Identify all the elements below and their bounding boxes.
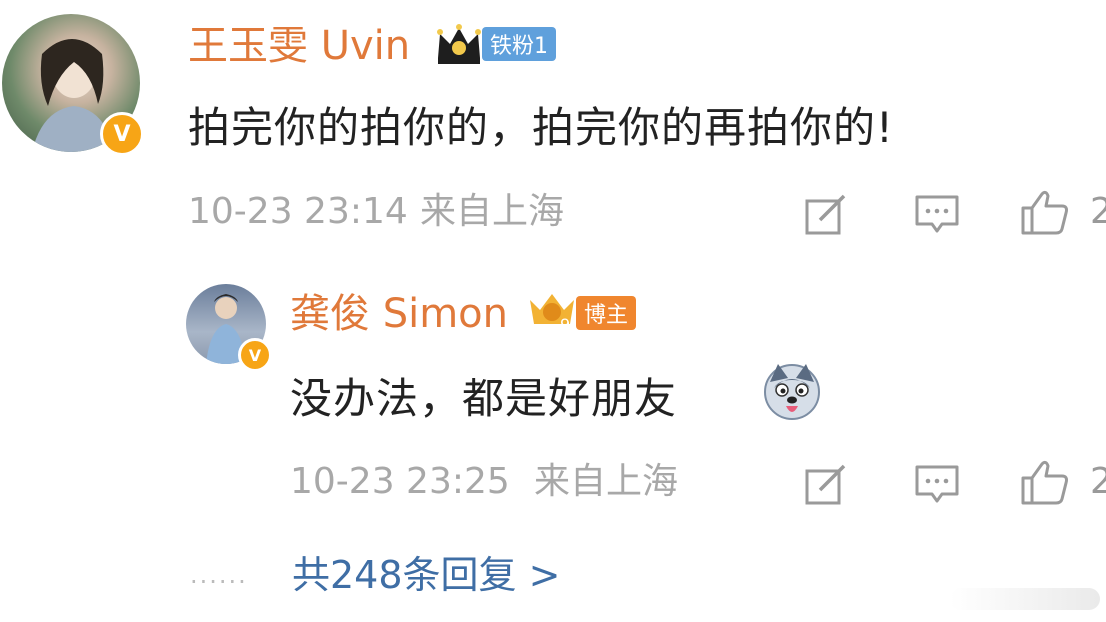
view-all-replies-link[interactable]: 共248条回复 > xyxy=(292,556,560,594)
like-icon[interactable] xyxy=(1020,188,1070,236)
like-icon[interactable] xyxy=(1020,458,1070,506)
watermark xyxy=(950,588,1100,610)
comment-icon[interactable] xyxy=(914,192,960,236)
reply-location: 来自上海 xyxy=(534,461,679,502)
reply-block: V 龚俊 Simon 9 博主 没办法，都是好朋友 10-23 23:25 来自… xyxy=(0,250,1106,520)
comment-icon[interactable] xyxy=(914,462,960,506)
blogger-badge: 博主 xyxy=(576,296,637,330)
more-replies-dots: ...... xyxy=(190,561,248,589)
comment-timestamp: 10-23 23:14 xyxy=(188,191,408,232)
comment-location: 来自上海 xyxy=(420,191,565,232)
reply-timestamp: 10-23 23:25 xyxy=(290,461,510,502)
reply-text: 没办法，都是好朋友 xyxy=(290,374,678,423)
crown-icon xyxy=(437,24,481,64)
reply-like-count: 2 xyxy=(1090,461,1106,502)
reply-author-name[interactable]: 龚俊 Simon xyxy=(290,294,508,334)
share-icon[interactable] xyxy=(804,192,848,236)
verified-badge-icon: V xyxy=(238,338,272,372)
verified-badge-icon: V xyxy=(100,112,144,156)
husky-emoji-icon xyxy=(764,364,820,420)
share-icon[interactable] xyxy=(804,462,848,506)
fan-badge[interactable]: 铁粉1 xyxy=(482,27,556,61)
comment-block: V 王玉雯 Uvin 铁粉1 拍完你的拍你的，拍完你的再拍你的! 10-23 2… xyxy=(0,0,1106,250)
commenter-name[interactable]: 王玉雯 Uvin xyxy=(188,26,410,66)
svg-text:9: 9 xyxy=(560,315,570,334)
crown-level-icon: 9 xyxy=(530,294,574,334)
comment-text: 拍完你的拍你的，拍完你的再拍你的! xyxy=(188,103,894,152)
comment-like-count: 2 xyxy=(1090,191,1106,232)
